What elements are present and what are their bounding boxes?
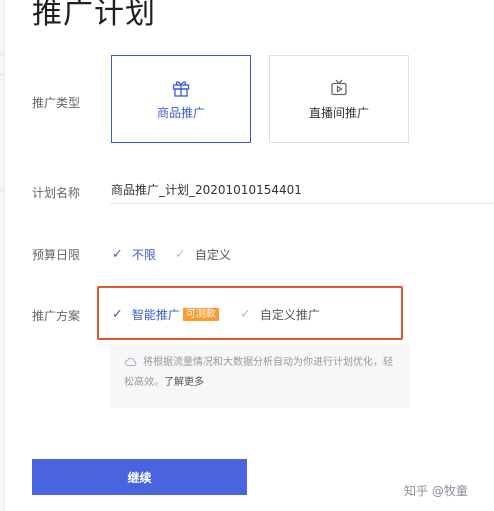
- custom-promo-option[interactable]: ✓ 自定义推广: [240, 306, 320, 323]
- check-icon: ✓: [112, 307, 123, 322]
- live-promo-card[interactable]: 直播间推广: [269, 55, 409, 143]
- check-icon: ✓: [112, 247, 123, 262]
- budget-label: 预算日限: [32, 248, 81, 262]
- smart-promo-option[interactable]: ✓ 智能推广 可测款: [112, 306, 219, 323]
- tv-icon: [329, 78, 349, 98]
- promo-type-label: 推广类型: [32, 96, 81, 110]
- learn-more-link[interactable]: 了解更多: [164, 377, 204, 388]
- live-promo-label: 直播间推广: [308, 105, 369, 120]
- budget-unlimited-option[interactable]: ✓ 不限: [112, 246, 156, 263]
- cloud-icon: [124, 356, 137, 374]
- scheme-tip-box: 将根据流量情况和大数据分析自动为你进行计划优化，轻松高效。了解更多: [110, 344, 410, 408]
- page-title: 推广计划: [32, 0, 156, 31]
- test-badge: 可测款: [182, 308, 219, 321]
- budget-custom-option[interactable]: ✓ 自定义: [175, 246, 231, 263]
- continue-button[interactable]: 继续: [32, 459, 247, 495]
- plan-name-input[interactable]: [110, 176, 494, 204]
- check-icon: ✓: [175, 247, 186, 262]
- edge-divider: [0, 74, 5, 75]
- smart-promo-label: 智能推广: [131, 308, 180, 322]
- budget-unlimited-label: 不限: [131, 248, 156, 262]
- gift-icon: [171, 78, 191, 98]
- check-icon: ✓: [240, 307, 251, 322]
- watermark: 知乎 @牧童: [404, 484, 468, 498]
- budget-custom-label: 自定义: [194, 248, 231, 262]
- custom-promo-label: 自定义推广: [259, 308, 320, 322]
- left-edge-panel: [0, 0, 5, 511]
- edge-divider: [0, 190, 5, 191]
- plan-name-label: 计划名称: [32, 186, 81, 200]
- scheme-label: 推广方案: [32, 309, 81, 323]
- product-promo-card[interactable]: 商品推广: [111, 55, 251, 143]
- edge-divider: [0, 54, 5, 55]
- product-promo-label: 商品推广: [156, 105, 205, 120]
